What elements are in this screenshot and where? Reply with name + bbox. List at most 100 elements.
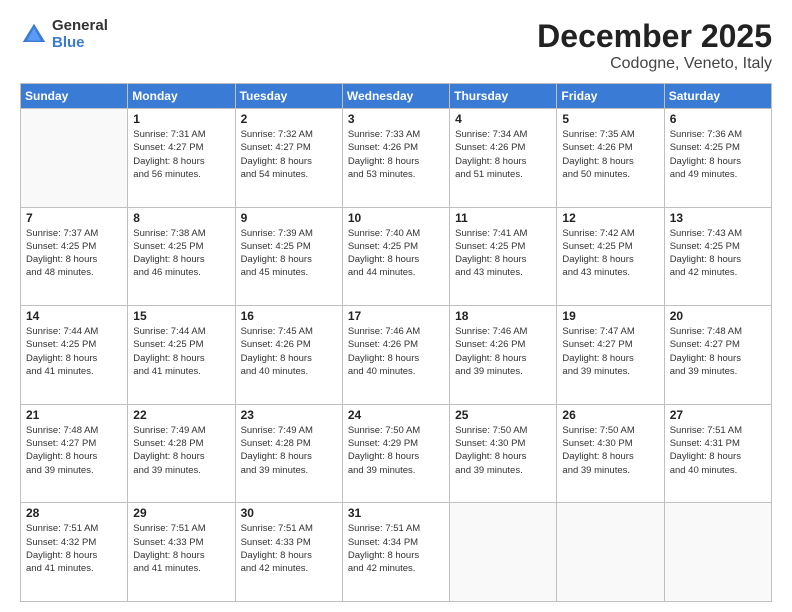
day-cell: 22Sunrise: 7:49 AM Sunset: 4:28 PM Dayli… xyxy=(128,404,235,503)
day-info: Sunrise: 7:39 AM Sunset: 4:25 PM Dayligh… xyxy=(241,227,337,280)
page: General Blue December 2025 Codogne, Vene… xyxy=(0,0,792,612)
week-row-4: 21 Sunrise: 7:48 AM Sunset: 4:27 PM Dayli… xyxy=(21,404,772,503)
weekday-header-sunday: Sunday xyxy=(21,84,128,109)
day-cell: 2 Sunrise: 7:32 AM Sunset: 4:27 PM Daylig… xyxy=(235,109,342,208)
day-cell: 25Sunrise: 7:50 AM Sunset: 4:30 PM Dayli… xyxy=(450,404,557,503)
day-cell: 10Sunrise: 7:40 AM Sunset: 4:25 PM Dayli… xyxy=(342,207,449,306)
day-info: Sunrise: 7:46 AM Sunset: 4:26 PM Dayligh… xyxy=(348,325,444,378)
day-info: Sunrise: 7:51 AM Sunset: 4:31 PM Dayligh… xyxy=(670,424,766,477)
day-cell xyxy=(21,109,128,208)
weekday-header-thursday: Thursday xyxy=(450,84,557,109)
day-info: Sunrise: 7:49 AM Sunset: 4:28 PM Dayligh… xyxy=(241,424,337,477)
day-info: Sunrise: 7:42 AM Sunset: 4:25 PM Dayligh… xyxy=(562,227,658,280)
day-info: Sunrise: 7:50 AM Sunset: 4:30 PM Dayligh… xyxy=(455,424,551,477)
day-cell xyxy=(557,503,664,602)
day-info: Sunrise: 7:46 AM Sunset: 4:26 PM Dayligh… xyxy=(455,325,551,378)
day-info: Sunrise: 7:50 AM Sunset: 4:29 PM Dayligh… xyxy=(348,424,444,477)
logo-text: General Blue xyxy=(52,18,108,51)
day-cell xyxy=(450,503,557,602)
day-number: 7 xyxy=(26,211,122,225)
weekday-header-tuesday: Tuesday xyxy=(235,84,342,109)
day-number: 28 xyxy=(26,506,122,520)
day-info: Sunrise: 7:47 AM Sunset: 4:27 PM Dayligh… xyxy=(562,325,658,378)
day-cell: 16Sunrise: 7:45 AM Sunset: 4:26 PM Dayli… xyxy=(235,306,342,405)
day-number: 8 xyxy=(133,211,229,225)
day-number: 13 xyxy=(670,211,766,225)
weekday-header-wednesday: Wednesday xyxy=(342,84,449,109)
day-cell: 7 Sunrise: 7:37 AM Sunset: 4:25 PM Daylig… xyxy=(21,207,128,306)
day-info: Sunrise: 7:36 AM Sunset: 4:25 PM Dayligh… xyxy=(670,128,766,181)
day-cell: 6 Sunrise: 7:36 AM Sunset: 4:25 PM Daylig… xyxy=(664,109,771,208)
day-number: 19 xyxy=(562,309,658,323)
day-cell: 30 Sunrise: 7:51 AM Sunset: 4:33 PM Dayli… xyxy=(235,503,342,602)
day-info: Sunrise: 7:31 AM Sunset: 4:27 PM Dayligh… xyxy=(133,128,229,181)
day-cell: 1 Sunrise: 7:31 AM Sunset: 4:27 PM Daylig… xyxy=(128,109,235,208)
logo: General Blue xyxy=(20,18,108,51)
day-cell: 20 Sunrise: 7:48 AM Sunset: 4:27 PM Dayli… xyxy=(664,306,771,405)
title-block: December 2025 Codogne, Veneto, Italy xyxy=(537,18,772,73)
day-number: 17 xyxy=(348,309,444,323)
header: General Blue December 2025 Codogne, Vene… xyxy=(20,18,772,73)
day-info: Sunrise: 7:32 AM Sunset: 4:27 PM Dayligh… xyxy=(241,128,337,181)
day-info: Sunrise: 7:37 AM Sunset: 4:25 PM Dayligh… xyxy=(26,227,122,280)
day-number: 20 xyxy=(670,309,766,323)
day-info: Sunrise: 7:41 AM Sunset: 4:25 PM Dayligh… xyxy=(455,227,551,280)
day-info: Sunrise: 7:51 AM Sunset: 4:33 PM Dayligh… xyxy=(133,522,229,575)
day-cell: 8 Sunrise: 7:38 AM Sunset: 4:25 PM Daylig… xyxy=(128,207,235,306)
day-number: 5 xyxy=(562,112,658,126)
day-info: Sunrise: 7:34 AM Sunset: 4:26 PM Dayligh… xyxy=(455,128,551,181)
day-number: 21 xyxy=(26,408,122,422)
day-cell: 12 Sunrise: 7:42 AM Sunset: 4:25 PM Dayli… xyxy=(557,207,664,306)
day-number: 30 xyxy=(241,506,337,520)
day-number: 24 xyxy=(348,408,444,422)
day-info: Sunrise: 7:40 AM Sunset: 4:25 PM Dayligh… xyxy=(348,227,444,280)
logo-general: General xyxy=(52,18,108,35)
day-info: Sunrise: 7:51 AM Sunset: 4:34 PM Dayligh… xyxy=(348,522,444,575)
day-number: 31 xyxy=(348,506,444,520)
day-number: 2 xyxy=(241,112,337,126)
day-info: Sunrise: 7:33 AM Sunset: 4:26 PM Dayligh… xyxy=(348,128,444,181)
day-cell: 24 Sunrise: 7:50 AM Sunset: 4:29 PM Dayli… xyxy=(342,404,449,503)
day-number: 22 xyxy=(133,408,229,422)
day-number: 27 xyxy=(670,408,766,422)
day-cell: 28 Sunrise: 7:51 AM Sunset: 4:32 PM Dayli… xyxy=(21,503,128,602)
day-number: 26 xyxy=(562,408,658,422)
day-cell: 23 Sunrise: 7:49 AM Sunset: 4:28 PM Dayli… xyxy=(235,404,342,503)
day-cell: 17 Sunrise: 7:46 AM Sunset: 4:26 PM Dayli… xyxy=(342,306,449,405)
day-cell: 29 Sunrise: 7:51 AM Sunset: 4:33 PM Dayli… xyxy=(128,503,235,602)
day-number: 15 xyxy=(133,309,229,323)
day-info: Sunrise: 7:35 AM Sunset: 4:26 PM Dayligh… xyxy=(562,128,658,181)
day-info: Sunrise: 7:48 AM Sunset: 4:27 PM Dayligh… xyxy=(26,424,122,477)
day-cell: 13Sunrise: 7:43 AM Sunset: 4:25 PM Dayli… xyxy=(664,207,771,306)
month-title: December 2025 xyxy=(537,18,772,55)
day-info: Sunrise: 7:48 AM Sunset: 4:27 PM Dayligh… xyxy=(670,325,766,378)
day-info: Sunrise: 7:45 AM Sunset: 4:26 PM Dayligh… xyxy=(241,325,337,378)
day-info: Sunrise: 7:51 AM Sunset: 4:32 PM Dayligh… xyxy=(26,522,122,575)
day-cell: 18Sunrise: 7:46 AM Sunset: 4:26 PM Dayli… xyxy=(450,306,557,405)
day-info: Sunrise: 7:51 AM Sunset: 4:33 PM Dayligh… xyxy=(241,522,337,575)
day-cell: 31 Sunrise: 7:51 AM Sunset: 4:34 PM Dayli… xyxy=(342,503,449,602)
day-info: Sunrise: 7:44 AM Sunset: 4:25 PM Dayligh… xyxy=(26,325,122,378)
day-cell: 15Sunrise: 7:44 AM Sunset: 4:25 PM Dayli… xyxy=(128,306,235,405)
weekday-header-monday: Monday xyxy=(128,84,235,109)
day-number: 23 xyxy=(241,408,337,422)
day-cell: 11 Sunrise: 7:41 AM Sunset: 4:25 PM Dayli… xyxy=(450,207,557,306)
day-number: 12 xyxy=(562,211,658,225)
day-number: 14 xyxy=(26,309,122,323)
day-number: 6 xyxy=(670,112,766,126)
location-title: Codogne, Veneto, Italy xyxy=(537,55,772,73)
logo-blue: Blue xyxy=(52,35,108,52)
day-cell: 9Sunrise: 7:39 AM Sunset: 4:25 PM Daylig… xyxy=(235,207,342,306)
week-row-1: 1 Sunrise: 7:31 AM Sunset: 4:27 PM Daylig… xyxy=(21,109,772,208)
day-number: 11 xyxy=(455,211,551,225)
day-number: 4 xyxy=(455,112,551,126)
weekday-header-saturday: Saturday xyxy=(664,84,771,109)
day-cell: 14 Sunrise: 7:44 AM Sunset: 4:25 PM Dayli… xyxy=(21,306,128,405)
weekday-header-row: SundayMondayTuesdayWednesdayThursdayFrid… xyxy=(21,84,772,109)
day-cell: 26 Sunrise: 7:50 AM Sunset: 4:30 PM Dayli… xyxy=(557,404,664,503)
calendar-table: SundayMondayTuesdayWednesdayThursdayFrid… xyxy=(20,83,772,602)
day-number: 29 xyxy=(133,506,229,520)
day-info: Sunrise: 7:38 AM Sunset: 4:25 PM Dayligh… xyxy=(133,227,229,280)
day-info: Sunrise: 7:50 AM Sunset: 4:30 PM Dayligh… xyxy=(562,424,658,477)
day-number: 1 xyxy=(133,112,229,126)
